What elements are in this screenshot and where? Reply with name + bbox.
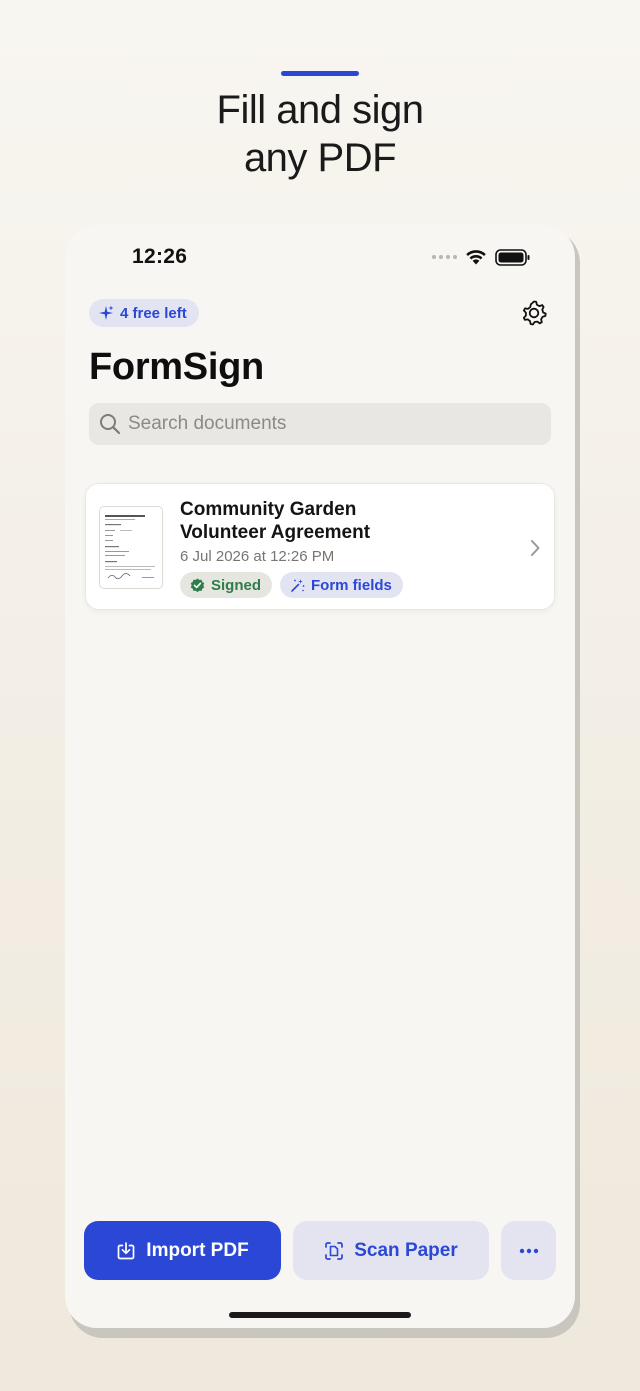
document-date: 6 Jul 2026 at 12:26 PM (180, 548, 335, 565)
form-fields-badge: Form fields (280, 572, 403, 598)
magic-wand-icon (291, 578, 305, 592)
scan-paper-button[interactable]: Scan Paper (293, 1221, 489, 1280)
headline-line-2: any PDF (243, 136, 397, 180)
battery-icon (495, 248, 530, 266)
status-icons (432, 247, 531, 267)
accent-bar (281, 71, 359, 76)
home-indicator[interactable] (229, 1312, 411, 1318)
gear-icon (522, 300, 547, 326)
signed-badge-label: Signed (211, 576, 262, 594)
scan-paper-label: Scan Paper (354, 1239, 458, 1261)
app-title: FormSign (89, 346, 264, 388)
document-badges: Signed Form fields (180, 572, 403, 598)
document-card[interactable]: Community Garden Volunteer Agreement 6 J… (85, 483, 555, 610)
form-fields-badge-label: Form fields (311, 576, 392, 594)
promo-headline: Fill and sign any PDF (0, 86, 640, 182)
ellipsis-icon (519, 1248, 538, 1253)
checkmark-seal-icon (190, 578, 205, 592)
document-thumbnail (99, 506, 163, 589)
sparkles-icon (99, 305, 114, 320)
wifi-icon (466, 250, 486, 265)
import-pdf-label: Import PDF (146, 1239, 249, 1261)
free-credits-badge[interactable]: 4 free left (89, 299, 199, 327)
document-title-line-1: Community Garden (180, 499, 357, 520)
document-title: Community Garden Volunteer Agreement (180, 498, 490, 544)
more-options-button[interactable] (501, 1221, 556, 1280)
document-scanner-icon (325, 1241, 344, 1260)
device-screen: 12:26 4 free left FormSign Search docume… (65, 225, 575, 1328)
headline-line-1: Fill and sign (216, 88, 424, 132)
search-input[interactable] (128, 413, 528, 435)
import-pdf-button[interactable]: Import PDF (84, 1221, 281, 1280)
bottom-action-bar: Import PDF Scan Paper (84, 1221, 556, 1280)
search-bar[interactable] (89, 403, 551, 445)
signed-badge: Signed (180, 572, 273, 598)
free-credits-label: 4 free left (120, 304, 187, 322)
settings-button[interactable] (519, 298, 549, 328)
document-title-line-2: Volunteer Agreement (180, 522, 371, 543)
chevron-right-icon (531, 540, 540, 556)
search-icon (100, 414, 121, 435)
import-tray-icon (117, 1241, 135, 1259)
cellular-dots-icon (432, 255, 457, 259)
status-time: 12:26 (132, 245, 188, 268)
